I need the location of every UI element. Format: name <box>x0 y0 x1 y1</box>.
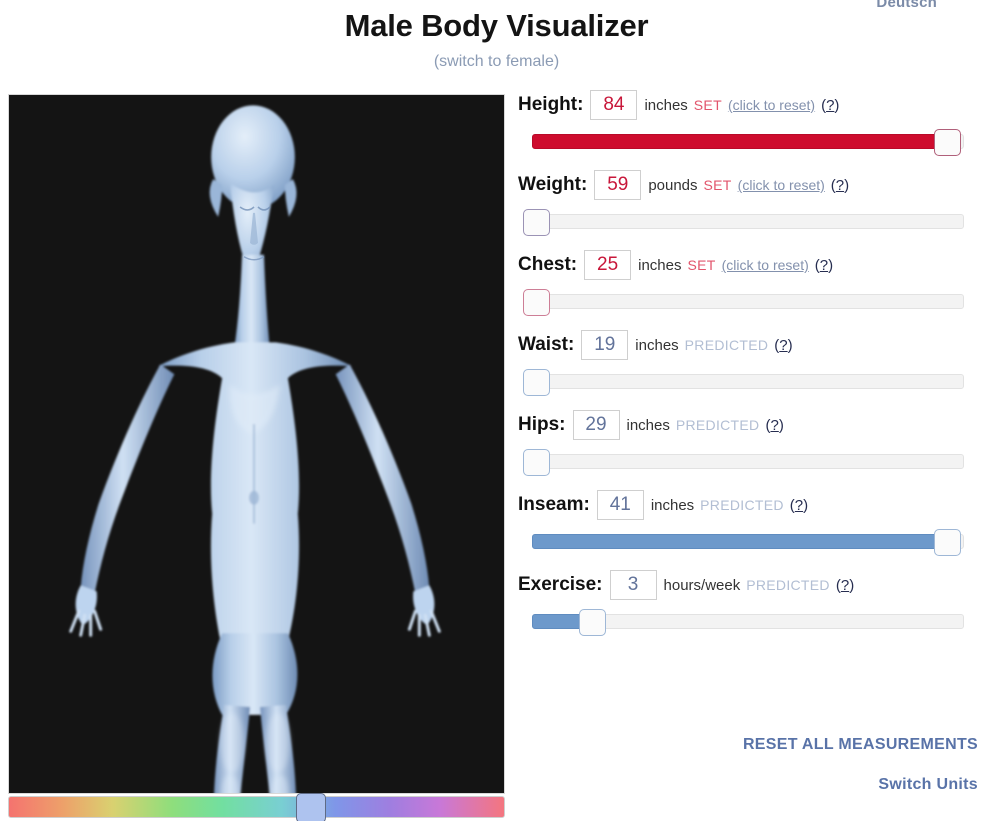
exercise-state-tag: PREDICTED <box>746 577 830 593</box>
height-label: Height: <box>518 94 583 116</box>
hips-slider-track[interactable] <box>532 454 964 469</box>
weight-reset-link[interactable]: (click to reset) <box>738 177 825 193</box>
exercise-help-link[interactable]: (?) <box>836 577 854 594</box>
weight-label: Weight: <box>518 174 587 196</box>
chest-help-close: ) <box>828 257 833 274</box>
height-slider-handle[interactable] <box>934 129 961 156</box>
weight-help-link[interactable]: (?) <box>831 177 849 194</box>
exercise-help-mark: ? <box>841 577 849 594</box>
hips-label: Hips: <box>518 414 566 436</box>
measurement-line-hips: Hips: inches PREDICTED (?) <box>518 408 978 442</box>
waist-unit-label: inches <box>635 337 678 354</box>
exercise-help-close: ) <box>849 577 854 594</box>
chest-label: Chest: <box>518 254 577 276</box>
waist-help-close: ) <box>788 337 793 354</box>
exercise-unit-label: hours/week <box>664 577 741 594</box>
measurement-row-inseam: Inseam: inches PREDICTED (?) <box>518 488 978 552</box>
chest-help-mark: ? <box>820 257 828 274</box>
hips-value-input[interactable] <box>573 410 620 440</box>
chest-slider-handle[interactable] <box>523 289 550 316</box>
weight-slider-track[interactable] <box>532 214 964 229</box>
chest-value-input[interactable] <box>584 250 631 280</box>
height-help-close: ) <box>834 97 839 114</box>
height-value-input[interactable] <box>590 90 637 120</box>
measurement-line-chest: Chest: inches SET (click to reset) (?) <box>518 248 978 282</box>
body-model-figure <box>9 95 504 793</box>
measurement-row-weight: Weight: pounds SET (click to reset) (?) <box>518 168 978 232</box>
switch-to-female-link[interactable]: (switch to female) <box>0 53 993 71</box>
height-unit-label: inches <box>644 97 687 114</box>
height-reset-link[interactable]: (click to reset) <box>728 97 815 113</box>
chest-slider-track[interactable] <box>532 294 964 309</box>
height-slider[interactable] <box>518 130 978 152</box>
waist-state-tag: PREDICTED <box>685 337 769 353</box>
inseam-help-close: ) <box>803 497 808 514</box>
model-viewport[interactable] <box>8 94 505 794</box>
weight-state-tag: SET <box>704 177 732 193</box>
weight-unit-label: pounds <box>648 177 697 194</box>
inseam-help-link[interactable]: (?) <box>790 497 808 514</box>
weight-help-close: ) <box>844 177 849 194</box>
hips-state-tag: PREDICTED <box>676 417 760 433</box>
waist-help-link[interactable]: (?) <box>774 337 792 354</box>
inseam-label: Inseam: <box>518 494 590 516</box>
switch-units-button[interactable]: Switch Units <box>878 776 978 794</box>
inseam-state-tag: PREDICTED <box>700 497 784 513</box>
waist-value-input[interactable] <box>581 330 628 360</box>
measurement-line-weight: Weight: pounds SET (click to reset) (?) <box>518 168 978 202</box>
hips-slider-handle[interactable] <box>523 449 550 476</box>
chest-reset-link[interactable]: (click to reset) <box>722 257 809 273</box>
height-help-link[interactable]: (?) <box>821 97 839 114</box>
weight-value-input[interactable] <box>594 170 641 200</box>
hips-help-link[interactable]: (?) <box>765 417 783 434</box>
measurement-line-inseam: Inseam: inches PREDICTED (?) <box>518 488 978 522</box>
inseam-unit-label: inches <box>651 497 694 514</box>
exercise-value-input[interactable] <box>610 570 657 600</box>
measurement-row-height: Height: inches SET (click to reset) (?) <box>518 88 978 152</box>
measurement-row-waist: Waist: inches PREDICTED (?) <box>518 328 978 392</box>
height-state-tag: SET <box>694 97 722 113</box>
measurement-line-exercise: Exercise: hours/week PREDICTED (?) <box>518 568 978 602</box>
weight-help-mark: ? <box>836 177 844 194</box>
waist-slider-handle[interactable] <box>523 369 550 396</box>
model-color-slider-handle[interactable] <box>296 793 326 821</box>
inseam-help-mark: ? <box>795 497 803 514</box>
measurement-row-hips: Hips: inches PREDICTED (?) <box>518 408 978 472</box>
measurement-line-height: Height: inches SET (click to reset) (?) <box>518 88 978 122</box>
weight-slider[interactable] <box>518 210 978 232</box>
app-root: Deutsch Male Body Visualizer (switch to … <box>0 0 993 821</box>
hips-unit-label: inches <box>627 417 670 434</box>
waist-label: Waist: <box>518 334 574 356</box>
reset-all-measurements-button[interactable]: RESET ALL MEASUREMENTS <box>743 736 978 754</box>
measurements-panel: Height:inchesSET(click to reset)(?)Weigh… <box>518 88 978 648</box>
chest-help-link[interactable]: (?) <box>815 257 833 274</box>
measurement-row-exercise: Exercise: hours/week PREDICTED (?) <box>518 568 978 632</box>
height-slider-fill <box>532 134 947 149</box>
exercise-slider-handle[interactable] <box>579 609 606 636</box>
model-canvas[interactable] <box>9 95 504 793</box>
waist-help-mark: ? <box>779 337 787 354</box>
waist-slider[interactable] <box>518 370 978 392</box>
hips-slider[interactable] <box>518 450 978 472</box>
exercise-slider[interactable] <box>518 610 978 632</box>
hips-help-mark: ? <box>770 417 778 434</box>
inseam-slider-handle[interactable] <box>934 529 961 556</box>
measurement-line-waist: Waist: inches PREDICTED (?) <box>518 328 978 362</box>
model-color-slider[interactable] <box>8 796 505 818</box>
switch-units-container: Switch Units <box>518 776 978 794</box>
reset-all-container: RESET ALL MEASUREMENTS <box>518 736 978 754</box>
waist-slider-track[interactable] <box>532 374 964 389</box>
exercise-label: Exercise: <box>518 574 603 596</box>
inseam-slider-fill <box>532 534 947 549</box>
weight-slider-handle[interactable] <box>523 209 550 236</box>
hips-help-close: ) <box>779 417 784 434</box>
chest-slider[interactable] <box>518 290 978 312</box>
measurement-row-chest: Chest: inches SET (click to reset) (?) <box>518 248 978 312</box>
chest-unit-label: inches <box>638 257 681 274</box>
chest-state-tag: SET <box>687 257 715 273</box>
inseam-slider[interactable] <box>518 530 978 552</box>
inseam-value-input[interactable] <box>597 490 644 520</box>
page-title: Male Body Visualizer <box>0 8 993 44</box>
